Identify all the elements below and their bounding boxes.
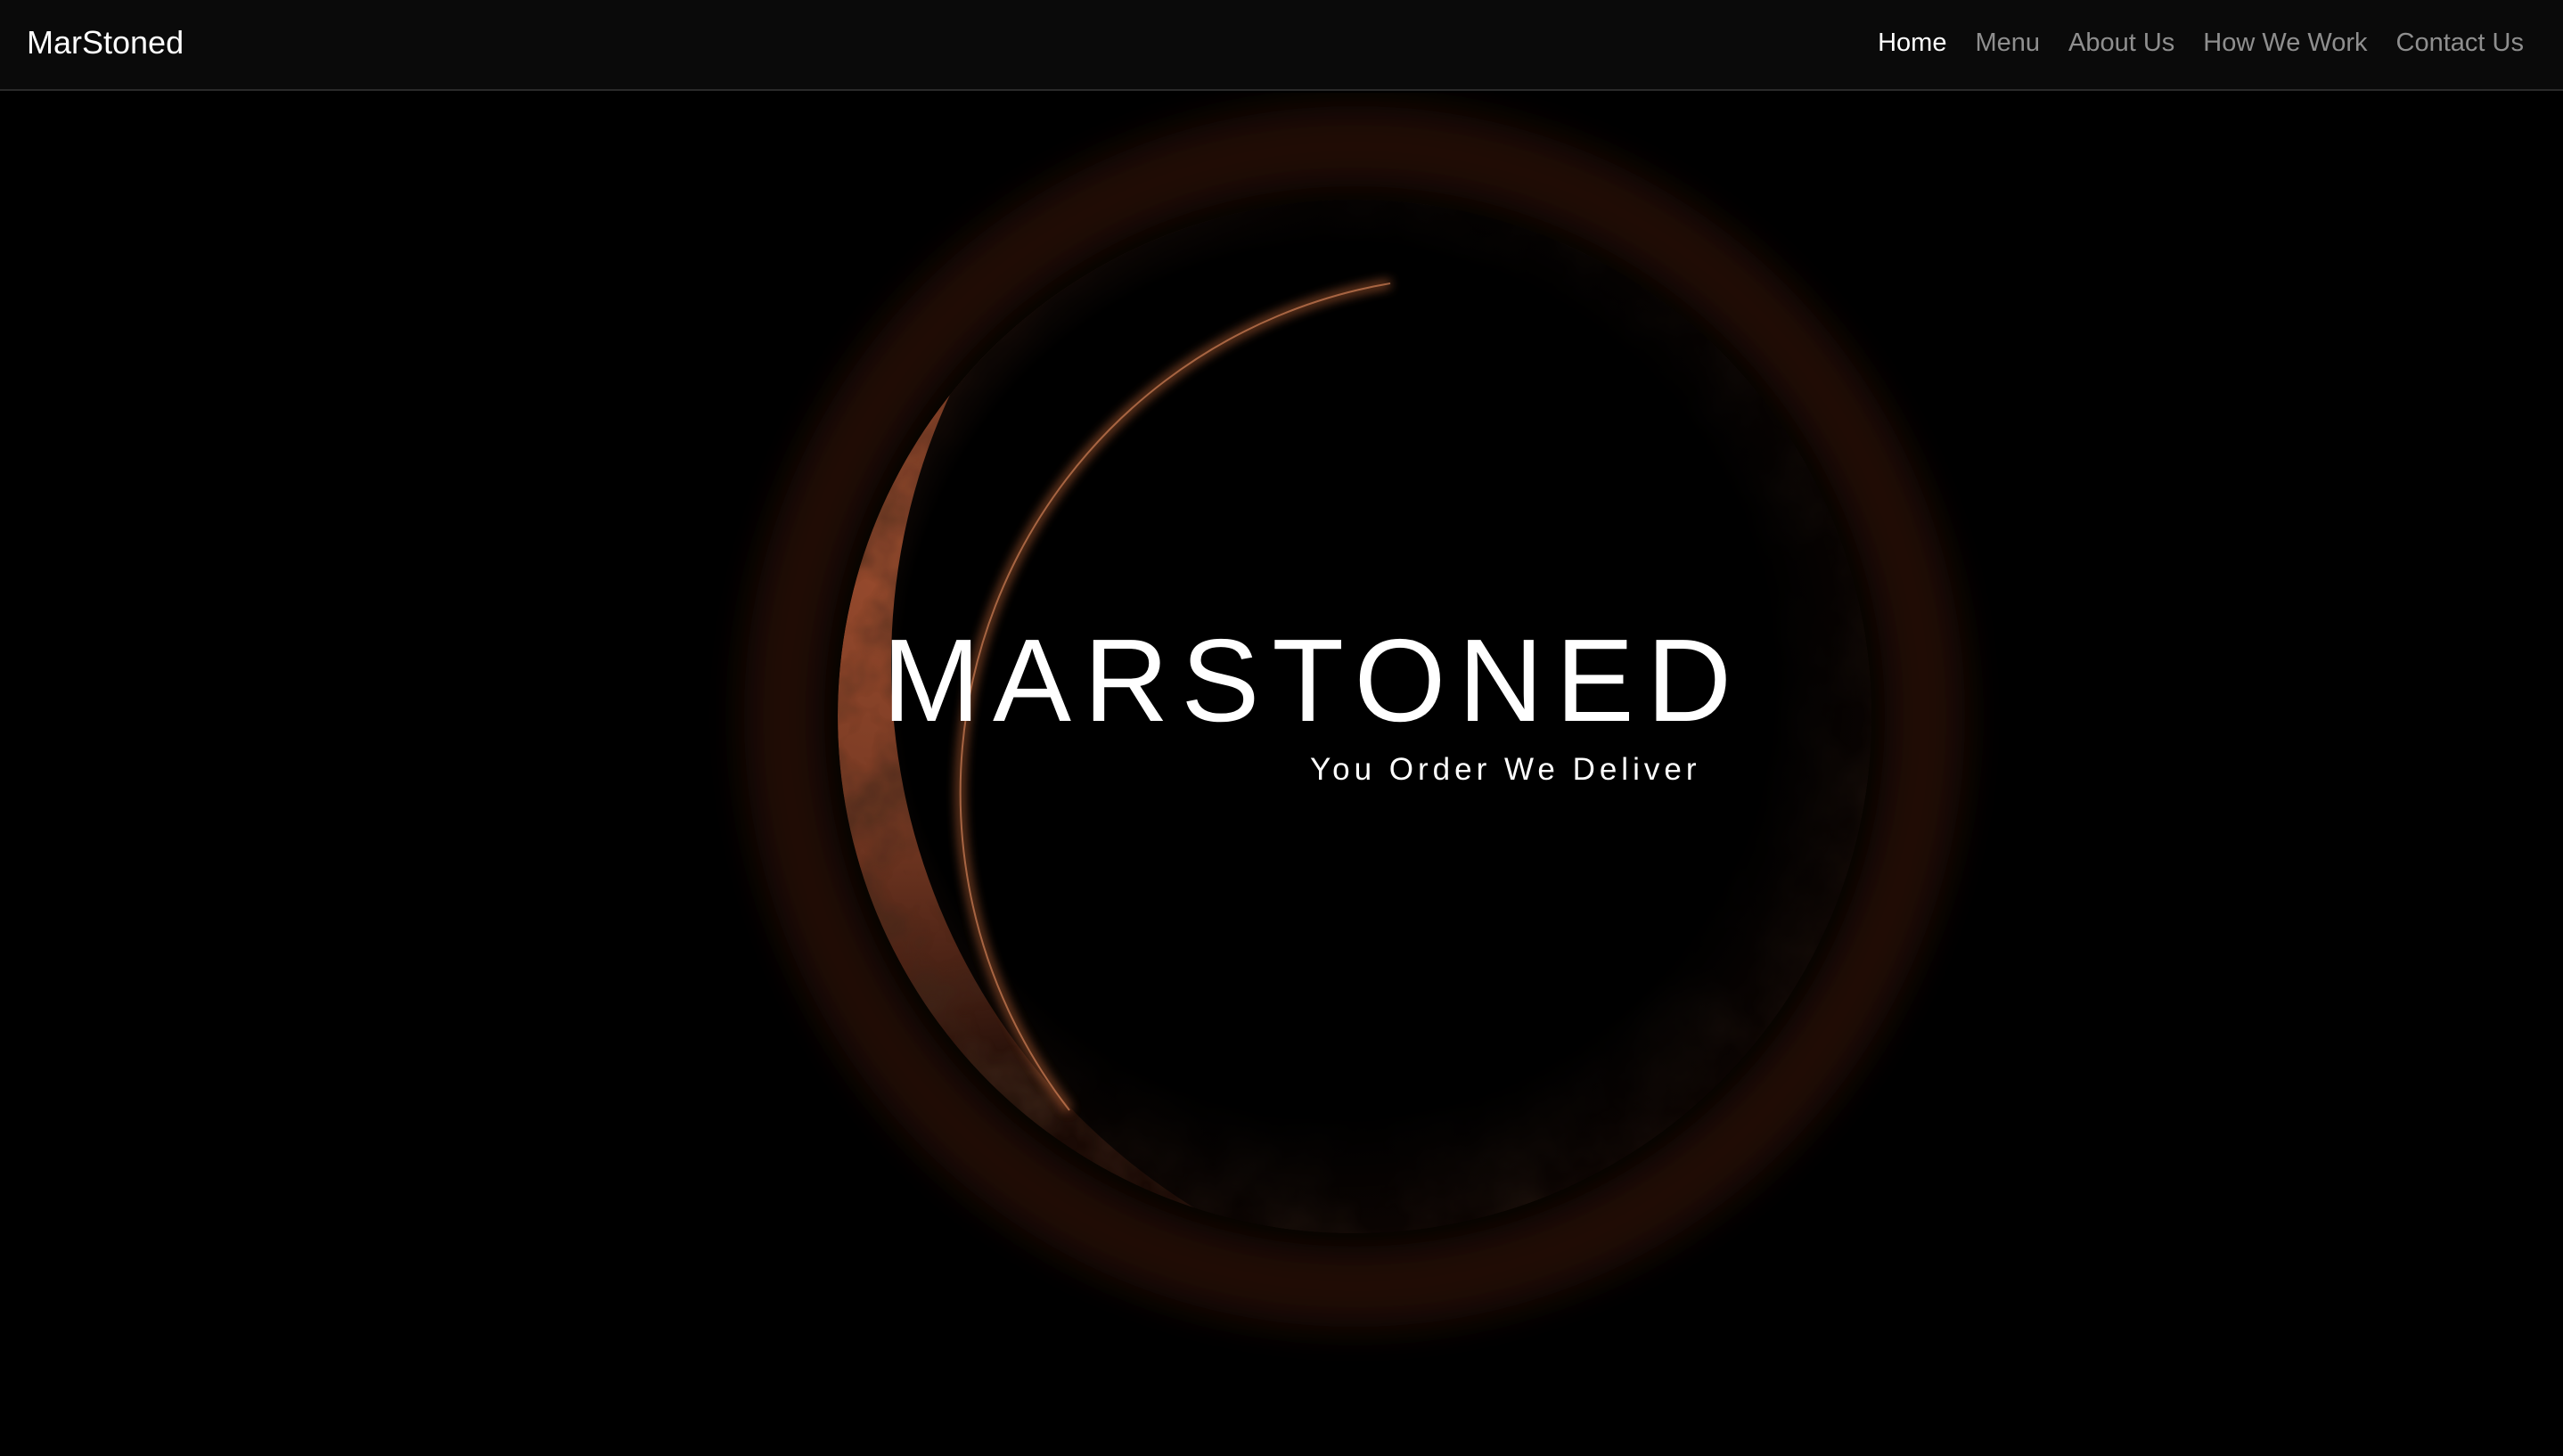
nav-item-home: Home [1878, 21, 1946, 64]
hero-title: MARSTONED [882, 615, 1744, 746]
top-navbar: MarStoned Home Menu About Us How We Work… [0, 0, 2563, 91]
nav-link-menu[interactable]: Menu [1975, 29, 2040, 57]
brand-logo-link[interactable]: MarStoned [27, 21, 184, 64]
nav-item-contact-us: Contact Us [2396, 21, 2524, 64]
nav-link-about-us[interactable]: About Us [2068, 29, 2174, 57]
nav-link-contact-us[interactable]: Contact Us [2396, 29, 2524, 57]
nav-link-home[interactable]: Home [1878, 29, 1946, 57]
hero-subtitle: You Order We Deliver [1310, 752, 1701, 787]
nav-item-menu: Menu [1975, 21, 2040, 64]
nav-link-how-we-work[interactable]: How We Work [2203, 29, 2367, 57]
nav-links: Home Menu About Us How We Work Contact U… [1878, 21, 2524, 64]
mars-crescent-image [744, 106, 1965, 1327]
nav-item-how-we-work: How We Work [2203, 21, 2367, 64]
nav-item-about-us: About Us [2068, 21, 2174, 64]
hero-section: MARSTONED You Order We Deliver [0, 93, 2563, 1456]
